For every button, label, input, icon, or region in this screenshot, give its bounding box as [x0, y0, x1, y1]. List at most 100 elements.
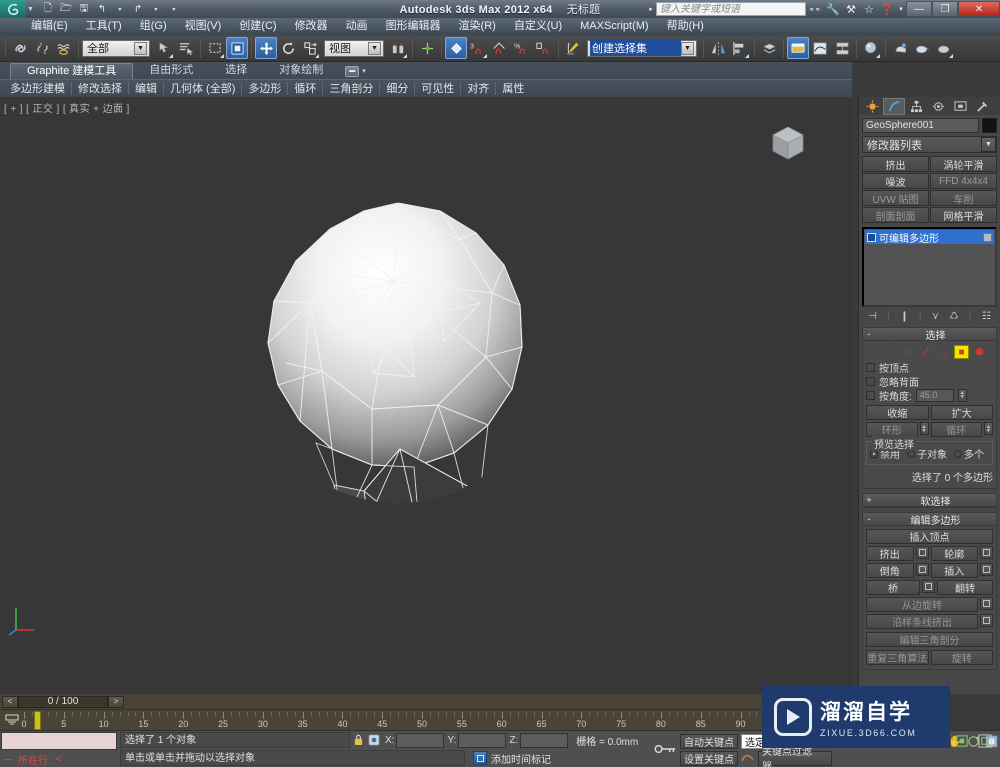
preview-multiple-radio[interactable]	[954, 449, 962, 458]
layer-manager-icon[interactable]	[758, 37, 780, 59]
loop-button[interactable]: 循环	[930, 422, 982, 437]
remove-modifier-icon[interactable]: ♺	[950, 311, 959, 322]
maximize-button[interactable]: ❐	[932, 1, 958, 17]
by-vertex-checkbox[interactable]	[866, 362, 875, 372]
snap-3-icon[interactable]: 3	[467, 37, 489, 59]
rollout-collapse-icon[interactable]: -	[863, 514, 875, 524]
configure-modifier-sets-icon[interactable]: ☷	[982, 311, 991, 322]
absolute-relative-transform-icon[interactable]	[366, 732, 382, 748]
bridge-button[interactable]: 桥	[866, 580, 920, 595]
maxscript-input[interactable]	[1, 732, 117, 750]
ring-button[interactable]: 环形	[866, 422, 918, 437]
binoculars-icon[interactable]: 👓	[806, 1, 824, 17]
edit-triangulation-button[interactable]: 编辑三角剖分	[866, 632, 993, 647]
extrude-settings-button[interactable]	[915, 546, 929, 559]
app-logo-icon[interactable]	[0, 0, 26, 18]
modifier-list-dropdown[interactable]: 修改器列表 ▼	[862, 136, 997, 153]
element-subobject-icon[interactable]: ⬢	[972, 345, 987, 359]
search-expand-icon[interactable]: ▸	[646, 5, 656, 13]
graphite-modeling-toggle-icon[interactable]	[787, 37, 809, 59]
open-file-icon[interactable]: 🗁	[58, 2, 74, 17]
snaps-toggle-icon[interactable]	[445, 37, 467, 59]
subscription-icon[interactable]: ⚒	[842, 1, 860, 17]
auto-key-button[interactable]: 自动关键点	[680, 733, 738, 749]
ribbon-panel-edit[interactable]: 编辑	[129, 80, 163, 98]
qat-customize-icon[interactable]: ▾	[166, 2, 182, 17]
mirror-icon[interactable]	[707, 37, 729, 59]
bind-to-space-warp-icon[interactable]	[53, 37, 75, 59]
selection-lock-icon[interactable]	[350, 732, 366, 748]
hierarchy-tab-icon[interactable]	[905, 98, 927, 115]
time-slider-handle[interactable]	[34, 711, 41, 730]
extrude-button[interactable]: 挤出	[866, 546, 914, 561]
menu-item-customize[interactable]: 自定义(U)	[505, 18, 571, 35]
edit-polygons-rollout-header[interactable]: - 编辑多边形	[863, 513, 996, 527]
named-selection-set-combo[interactable]: 创建选择集 ▼	[587, 39, 697, 57]
menu-item-modifiers[interactable]: 修改器	[286, 18, 337, 35]
redo-icon[interactable]: ↱	[130, 2, 146, 17]
display-tab-icon[interactable]	[949, 98, 971, 115]
ribbon-panel-align[interactable]: 对齐	[461, 80, 495, 98]
create-tab-icon[interactable]	[861, 98, 883, 115]
rollout-collapse-icon[interactable]: -	[863, 329, 875, 339]
by-angle-spinner[interactable]: ▲ ▼	[957, 388, 967, 402]
menu-item-views[interactable]: 视图(V)	[176, 18, 231, 35]
app-menu-chevron-icon[interactable]: ▼	[27, 6, 34, 13]
shrink-button[interactable]: 收缩	[866, 405, 929, 420]
rendered-frame-window-icon[interactable]	[911, 37, 933, 59]
motion-tab-icon[interactable]	[927, 98, 949, 115]
grow-button[interactable]: 扩大	[930, 405, 993, 420]
menu-item-edit[interactable]: 编辑(E)	[22, 18, 77, 35]
help-icon[interactable]: ❓	[878, 1, 896, 17]
ignore-backfacing-checkbox-row[interactable]: 忽略背面	[866, 374, 993, 389]
bridge-settings-button[interactable]	[922, 580, 935, 593]
edge-subobject-icon[interactable]: ╱	[918, 345, 933, 359]
ribbon-tab-graphite-modeling[interactable]: Graphite 建模工具	[10, 63, 134, 79]
help-dropdown-icon[interactable]: ▾	[896, 5, 906, 13]
stack-expand-icon[interactable]	[867, 232, 876, 242]
render-setup-icon[interactable]	[889, 37, 911, 59]
modifier-button-ffd[interactable]: FFD 4x4x4	[930, 173, 997, 189]
modifier-button-uvw-map[interactable]: UVW 贴图	[862, 190, 929, 206]
menu-item-group[interactable]: 组(G)	[131, 18, 176, 35]
key-filters-button[interactable]: 关键点过滤器...	[758, 747, 832, 767]
select-and-scale-icon[interactable]	[299, 37, 321, 59]
modifier-button-turbosmooth[interactable]: 涡轮平滑	[930, 156, 997, 172]
bevel-settings-button[interactable]	[915, 563, 929, 576]
stack-toggle-icon[interactable]	[983, 232, 992, 242]
coord-z-field[interactable]	[520, 732, 569, 748]
ribbon-panel-triangulation[interactable]: 三角剖分	[323, 80, 379, 98]
rectangular-selection-region-icon[interactable]	[204, 37, 226, 59]
edit-named-selection-sets-icon[interactable]: ABC	[562, 37, 584, 59]
chevron-down-icon[interactable]: ▼	[134, 41, 147, 55]
ribbon-panel-loops[interactable]: 循环	[288, 80, 322, 98]
inset-button[interactable]: 插入	[930, 563, 978, 578]
close-button[interactable]: ✕	[958, 1, 1000, 17]
extrude-along-spline-button[interactable]: 沿样条线挤出	[866, 614, 978, 629]
set-key-icon[interactable]	[4, 713, 20, 727]
menu-item-help[interactable]: 帮助(H)	[658, 18, 713, 35]
modifier-button-noise[interactable]: 噪波	[862, 173, 929, 189]
reference-coordinate-system-combo[interactable]: 视图 ▼	[324, 39, 384, 57]
chevron-down-icon[interactable]: ▼	[981, 137, 996, 152]
outline-settings-button[interactable]	[980, 546, 993, 559]
menu-item-rendering[interactable]: 渲染(R)	[450, 18, 505, 35]
modifier-button-meshsmooth[interactable]: 网格平滑	[930, 207, 997, 223]
menu-item-graph-editors[interactable]: 图形编辑器	[377, 18, 450, 35]
modifier-button-lathe[interactable]: 车削	[930, 190, 997, 206]
insert-vertex-button[interactable]: 插入顶点	[866, 529, 993, 544]
hinge-from-edge-button[interactable]: 从边旋转	[866, 597, 978, 612]
use-pivot-center-icon[interactable]	[387, 37, 409, 59]
by-angle-checkbox-row[interactable]: 按角度: 45.0 ▲ ▼	[866, 388, 993, 403]
inset-settings-button[interactable]	[980, 563, 993, 576]
ribbon-tab-selection[interactable]: 选择	[209, 63, 263, 79]
modify-tab-icon[interactable]	[883, 97, 905, 115]
window-crossing-toggle-icon[interactable]	[226, 37, 248, 59]
flip-button[interactable]: 翻转	[937, 580, 993, 595]
new-file-icon[interactable]: 🗋	[40, 2, 56, 17]
viewport-label[interactable]: [ + ] [ 正交 ] [ 真实 + 边面 ]	[4, 100, 130, 115]
hinge-settings-button[interactable]	[980, 597, 993, 610]
ring-spinner[interactable]: ▲ ▼	[919, 422, 929, 435]
coord-x-field[interactable]	[396, 732, 445, 748]
render-production-icon[interactable]	[933, 37, 955, 59]
